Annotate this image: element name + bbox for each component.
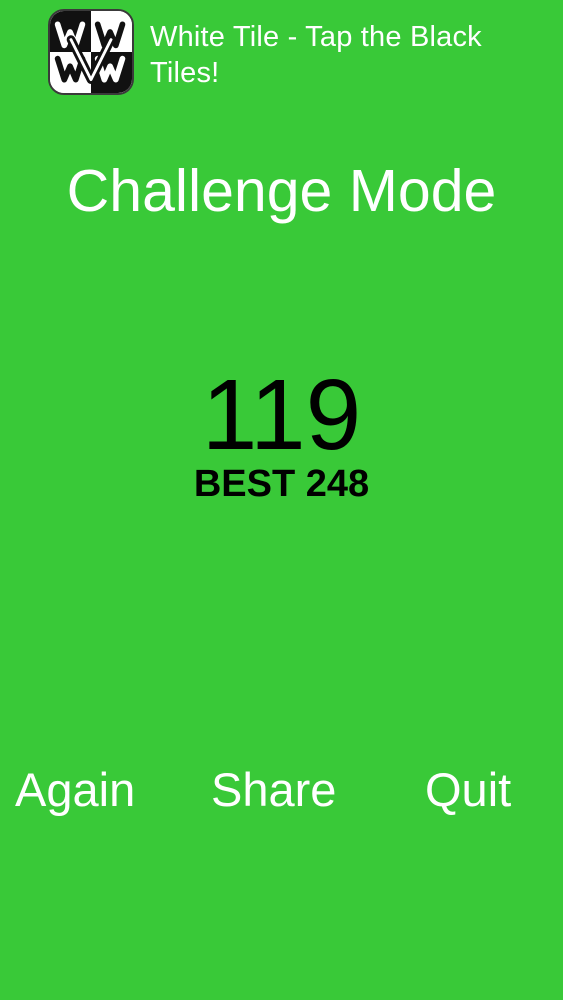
game-over-screen: White Tile - Tap the Black Tiles! Challe… — [0, 0, 563, 1000]
score-value: 119 — [201, 359, 362, 471]
mode-title: Challenge Mode — [66, 158, 497, 224]
quit-button[interactable]: Quit — [425, 762, 511, 818]
app-header: White Tile - Tap the Black Tiles! — [48, 9, 553, 97]
again-button[interactable]: Again — [15, 762, 135, 818]
app-logo-icon — [48, 9, 134, 95]
best-score: BEST 248 — [193, 463, 370, 505]
share-button[interactable]: Share — [211, 762, 336, 818]
app-title: White Tile - Tap the Black Tiles! — [150, 21, 482, 89]
